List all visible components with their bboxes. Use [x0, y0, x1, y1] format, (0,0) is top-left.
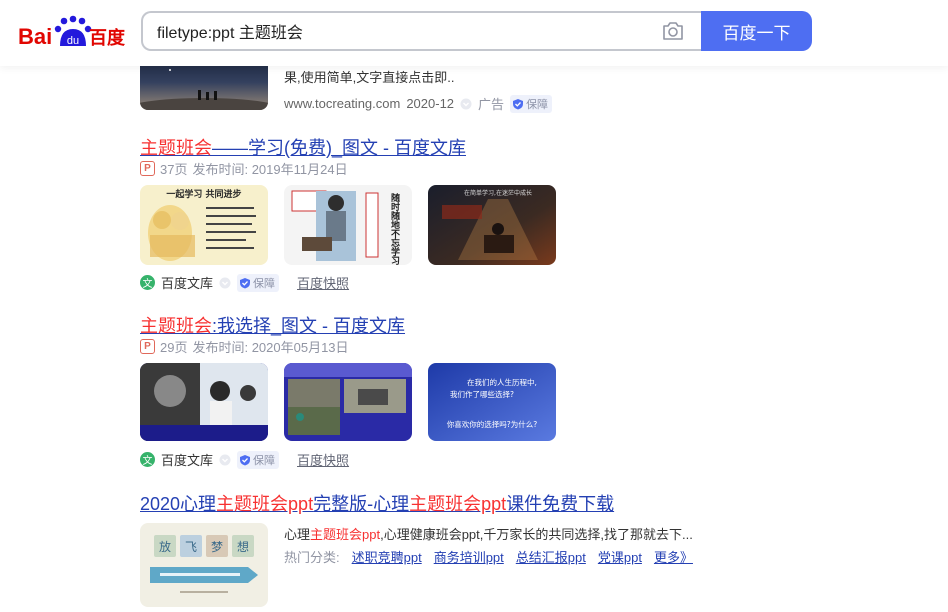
svg-text:梦: 梦	[211, 540, 223, 554]
result-title-link[interactable]: 主题班会:我选择_图文 - 百度文库	[140, 312, 405, 338]
wenku-icon: 文	[140, 275, 155, 290]
result-thumbnail[interactable]	[140, 363, 268, 441]
guarantee-badge[interactable]: 保障	[237, 273, 280, 292]
camera-icon[interactable]	[661, 21, 685, 41]
source-name[interactable]: 百度文库	[161, 273, 213, 292]
search-input[interactable]	[157, 13, 647, 49]
result-thumbnail[interactable]	[284, 363, 412, 441]
result-thumbnail[interactable]: 随时随地不忘学习	[284, 185, 412, 265]
hot-categories: 热门分类: 述职竞聘ppt 商务培训ppt 总结汇报ppt 党课ppt 更多》	[284, 547, 693, 566]
baidu-logo[interactable]: Bai du 百度	[18, 13, 126, 51]
result-meta: P 37页 发布时间: 2019年11月24日	[140, 159, 348, 178]
svg-text:一起学习 共同进步: 一起学习 共同进步	[166, 188, 241, 200]
ad-date: 2020-12	[406, 96, 455, 111]
result-thumbnail[interactable]: 放 飞 梦 想	[140, 523, 268, 607]
category-link[interactable]: 述职竞聘ppt	[352, 547, 422, 566]
source-name[interactable]: 百度文库	[161, 450, 213, 469]
category-link[interactable]: 党课ppt	[598, 547, 642, 566]
result-thumbnail[interactable]: 在我们的人生历程中, 我们作了哪些选择? 你喜欢你的选择吗?为什么?	[428, 363, 556, 441]
svg-text:随时随地不忘学习: 随时随地不忘学习	[389, 192, 400, 265]
search-button[interactable]: 百度一下	[701, 11, 812, 51]
snapshot-link[interactable]: 百度快照	[297, 450, 349, 469]
result-thumbnail[interactable]: 在简单学习,在迷茫中成长	[428, 185, 556, 265]
wenku-icon: 文	[140, 452, 155, 467]
snapshot-link[interactable]: 百度快照	[297, 273, 349, 292]
guarantee-badge[interactable]: 保障	[510, 94, 553, 113]
shield-icon	[513, 98, 524, 109]
ppt-icon: P	[140, 339, 155, 354]
svg-text:飞: 飞	[185, 540, 197, 554]
category-link[interactable]: 商务培训ppt	[434, 547, 504, 566]
chevron-down-icon[interactable]	[460, 98, 472, 110]
ppt-icon: P	[140, 161, 155, 176]
ad-url[interactable]: www.tocreating.com	[284, 96, 400, 111]
ad-snippet: 果,使用简单,文字直接点击即..	[284, 70, 455, 85]
shield-icon	[240, 277, 251, 288]
category-link[interactable]: 总结汇报ppt	[516, 547, 586, 566]
svg-text:Bai: Bai	[18, 24, 52, 49]
svg-text:我们作了哪些选择?: 我们作了哪些选择?	[450, 389, 514, 399]
result-snippet: 心理主题班会ppt,心理健康班会ppt,千万家长的共同选择,找了那就去下...	[284, 527, 693, 542]
shield-icon	[240, 454, 251, 465]
chevron-down-icon[interactable]	[219, 454, 231, 466]
hot-categories-label: 热门分类:	[284, 550, 340, 565]
result-title-link[interactable]: 主题班会——学习(免费)_图文 - 百度文库	[140, 134, 466, 160]
svg-text:放: 放	[159, 539, 171, 554]
ad-tag: 广告	[478, 97, 505, 112]
result-source-row: 文 百度文库 保障 百度快照	[140, 450, 349, 469]
svg-text:想: 想	[237, 539, 249, 554]
more-link[interactable]: 更多》	[654, 547, 693, 566]
svg-text:在我们的人生历程中,: 在我们的人生历程中,	[467, 377, 537, 387]
svg-text:在简单学习,在迷茫中成长: 在简单学习,在迷茫中成长	[464, 189, 532, 197]
svg-text:du: du	[67, 35, 79, 47]
guarantee-badge[interactable]: 保障	[237, 450, 280, 469]
result-meta: P 29页 发布时间: 2020年05月13日	[140, 337, 349, 356]
result-thumbnail[interactable]: 一起学习 共同进步	[140, 185, 268, 265]
svg-text:百度: 百度	[89, 27, 126, 49]
search-box[interactable]	[141, 11, 701, 51]
search-header: Bai du 百度 百度一下	[0, 0, 948, 66]
chevron-down-icon[interactable]	[219, 277, 231, 289]
result-source-row: 文 百度文库 保障 百度快照	[140, 273, 349, 292]
result-title-link[interactable]: 2020心理主题班会ppt完整版-心理主题班会ppt课件免费下载	[140, 490, 614, 516]
svg-text:你喜欢你的选择吗?为什么?: 你喜欢你的选择吗?为什么?	[447, 419, 537, 429]
ad-meta: www.tocreating.com 2020-12 广告 保障	[284, 94, 553, 113]
